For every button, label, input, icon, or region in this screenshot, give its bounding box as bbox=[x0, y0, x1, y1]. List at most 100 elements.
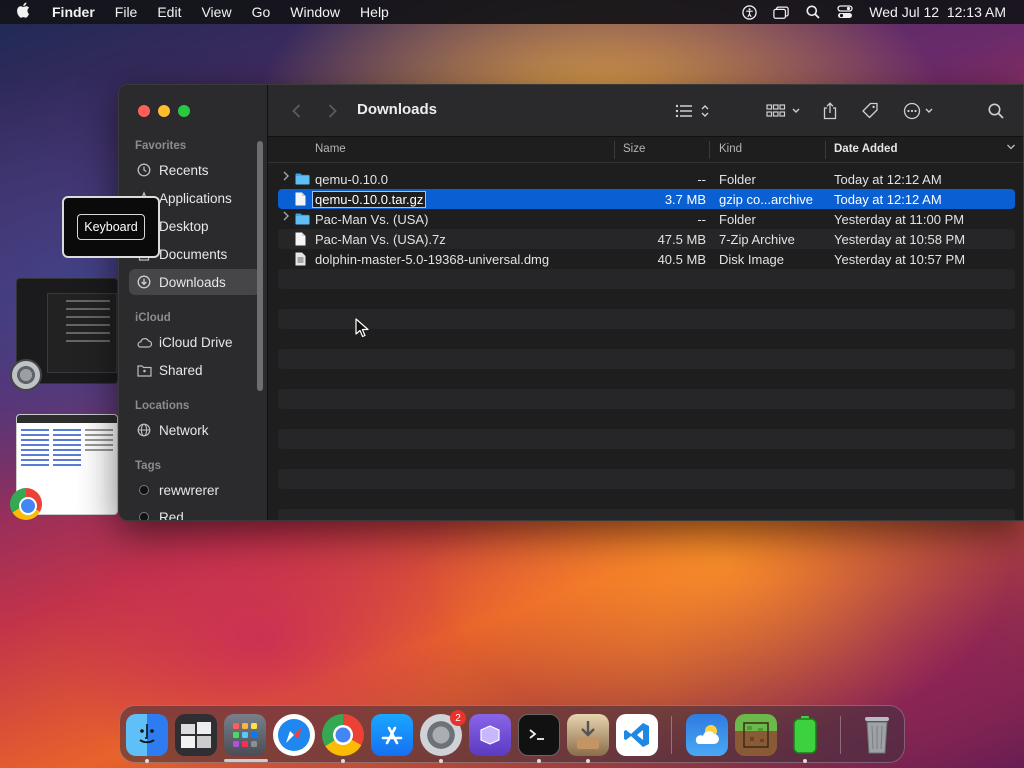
window-controls bbox=[138, 105, 190, 117]
sidebar-item-shared[interactable]: Shared bbox=[129, 357, 260, 383]
finder-content: Downloads Name Size Kind Date Added qemu… bbox=[268, 85, 1023, 520]
tooltip-label: Keyboard bbox=[77, 214, 145, 240]
sidebar-header-tags: Tags bbox=[135, 460, 161, 472]
accessibility-icon[interactable] bbox=[741, 4, 757, 20]
empty-row bbox=[278, 409, 1015, 429]
file-size: 40.5 MB bbox=[657, 252, 706, 267]
file-date-added: Today at 12:12 AM bbox=[834, 172, 942, 187]
app-store-icon[interactable] bbox=[371, 714, 413, 756]
empty-row bbox=[278, 469, 1015, 489]
search-icon[interactable] bbox=[986, 99, 1006, 123]
sidebar-item-label: Shared bbox=[159, 362, 203, 378]
menu-window[interactable]: Window bbox=[280, 4, 350, 20]
file-row-pacman-folder[interactable]: Pac-Man Vs. (USA) -- Folder Yesterday at… bbox=[278, 209, 1015, 229]
file-row-qemu-targz[interactable]: qemu-0.10.0.tar.gz 3.7 MB gzip co...arch… bbox=[278, 189, 1015, 209]
file-date-added: Today at 12:12 AM bbox=[834, 192, 942, 207]
more-actions-button[interactable] bbox=[902, 99, 938, 123]
control-center-icon[interactable] bbox=[837, 4, 853, 20]
tag-icon[interactable] bbox=[860, 99, 880, 123]
disclosure-chevron-icon[interactable] bbox=[282, 211, 290, 224]
sort-chevron-icon[interactable] bbox=[1006, 142, 1016, 155]
cloud-icon bbox=[129, 337, 159, 348]
disk-image-icon bbox=[295, 252, 306, 269]
sidebar-item-label: Red bbox=[159, 509, 184, 521]
menu-bar: Finder File Edit View Go Window Help Wed… bbox=[0, 0, 1024, 24]
dock-separator bbox=[671, 716, 672, 754]
installer-icon[interactable] bbox=[567, 714, 609, 756]
keyboard-tooltip: Keyboard bbox=[62, 196, 160, 258]
column-header-kind[interactable]: Kind bbox=[719, 143, 742, 155]
mouse-pointer-icon bbox=[355, 318, 369, 343]
disclosure-chevron-icon[interactable] bbox=[282, 171, 290, 184]
file-name: qemu-0.10.0 bbox=[315, 172, 388, 187]
sidebar-header-locations: Locations bbox=[135, 400, 190, 412]
menu-file[interactable]: File bbox=[105, 4, 148, 20]
terminal-icon[interactable] bbox=[518, 714, 560, 756]
system-settings-icon[interactable]: 2 bbox=[420, 710, 466, 756]
chrome-icon[interactable] bbox=[322, 714, 364, 756]
sidebar-item-network[interactable]: Network bbox=[129, 417, 260, 443]
file-icon bbox=[295, 232, 306, 249]
zoom-window-button[interactable] bbox=[178, 105, 190, 117]
notification-badge: 2 bbox=[450, 710, 466, 726]
file-row-pacman-7z[interactable]: Pac-Man Vs. (USA).7z 47.5 MB 7-Zip Archi… bbox=[278, 229, 1015, 249]
minimize-window-button[interactable] bbox=[158, 105, 170, 117]
menu-app-finder[interactable]: Finder bbox=[46, 4, 105, 20]
spotlight-search-icon[interactable] bbox=[805, 4, 821, 20]
column-header-size[interactable]: Size bbox=[623, 143, 645, 155]
battery-icon[interactable] bbox=[784, 714, 826, 756]
close-window-button[interactable] bbox=[138, 105, 150, 117]
forward-button[interactable] bbox=[324, 99, 340, 123]
file-row-qemu-folder[interactable]: qemu-0.10.0 -- Folder Today at 12:12 AM bbox=[278, 169, 1015, 189]
menu-clock[interactable]: Wed Jul 12 12:13 AM bbox=[869, 4, 1006, 20]
file-size: -- bbox=[697, 212, 706, 227]
launchpad-icon[interactable] bbox=[224, 714, 266, 756]
folder-icon bbox=[295, 172, 310, 188]
group-by-button[interactable] bbox=[765, 99, 803, 123]
sidebar-item-tag-rewwrerer[interactable]: rewwrerer bbox=[129, 477, 260, 503]
trash-icon[interactable] bbox=[856, 714, 898, 756]
weather-icon[interactable] bbox=[686, 714, 728, 756]
finder-icon[interactable] bbox=[126, 714, 168, 756]
file-kind: Folder bbox=[719, 212, 756, 227]
file-kind: 7-Zip Archive bbox=[719, 232, 795, 247]
sidebar-scrollbar[interactable] bbox=[257, 141, 263, 391]
column-header-name[interactable]: Name bbox=[315, 143, 346, 155]
dock-separator bbox=[840, 716, 841, 754]
share-icon[interactable] bbox=[821, 99, 839, 123]
file-name-rename-field[interactable]: qemu-0.10.0.tar.gz bbox=[312, 191, 427, 208]
file-size: -- bbox=[697, 172, 706, 187]
vscode-icon[interactable] bbox=[616, 714, 658, 756]
file-date-added: Yesterday at 10:58 PM bbox=[834, 232, 966, 247]
window-title: Downloads bbox=[357, 101, 438, 118]
file-row-dolphin-dmg[interactable]: dolphin-master-5.0-19368-universal.dmg 4… bbox=[278, 249, 1015, 269]
empty-row bbox=[278, 509, 1015, 520]
column-header-date-added[interactable]: Date Added bbox=[834, 143, 897, 155]
menu-edit[interactable]: Edit bbox=[147, 4, 191, 20]
sidebar-item-downloads[interactable]: Downloads bbox=[129, 269, 260, 295]
document-stack-icon[interactable] bbox=[175, 714, 217, 756]
sidebar-item-icloud-drive[interactable]: iCloud Drive bbox=[129, 329, 260, 355]
finder-window: Favorites Recents Applications Desktop D… bbox=[118, 84, 1024, 521]
rename-input[interactable]: qemu-0.10.0.tar.gz bbox=[312, 191, 427, 208]
back-button[interactable] bbox=[288, 99, 304, 123]
sidebar-item-recents[interactable]: Recents bbox=[129, 157, 260, 183]
apple-menu-icon[interactable] bbox=[0, 2, 46, 23]
sidebar-item-label: Desktop bbox=[159, 218, 209, 234]
stage-manager-icon[interactable] bbox=[773, 4, 790, 20]
file-date-added: Yesterday at 10:57 PM bbox=[834, 252, 966, 267]
running-indicator bbox=[341, 759, 345, 763]
view-mode-list-button[interactable] bbox=[673, 99, 713, 123]
menu-go[interactable]: Go bbox=[242, 4, 281, 20]
safari-icon[interactable] bbox=[273, 714, 315, 756]
running-indicator bbox=[537, 759, 541, 763]
file-date-added: Yesterday at 11:00 PM bbox=[834, 212, 965, 227]
tag-dot-icon bbox=[139, 485, 149, 495]
utm-icon[interactable] bbox=[469, 714, 511, 756]
file-size: 3.7 MB bbox=[664, 192, 706, 207]
sidebar-header-favorites: Favorites bbox=[135, 140, 187, 152]
menu-view[interactable]: View bbox=[191, 4, 241, 20]
menu-help[interactable]: Help bbox=[350, 4, 399, 20]
minecraft-icon[interactable] bbox=[735, 714, 777, 756]
sidebar-item-tag-red[interactable]: Red bbox=[129, 504, 260, 521]
